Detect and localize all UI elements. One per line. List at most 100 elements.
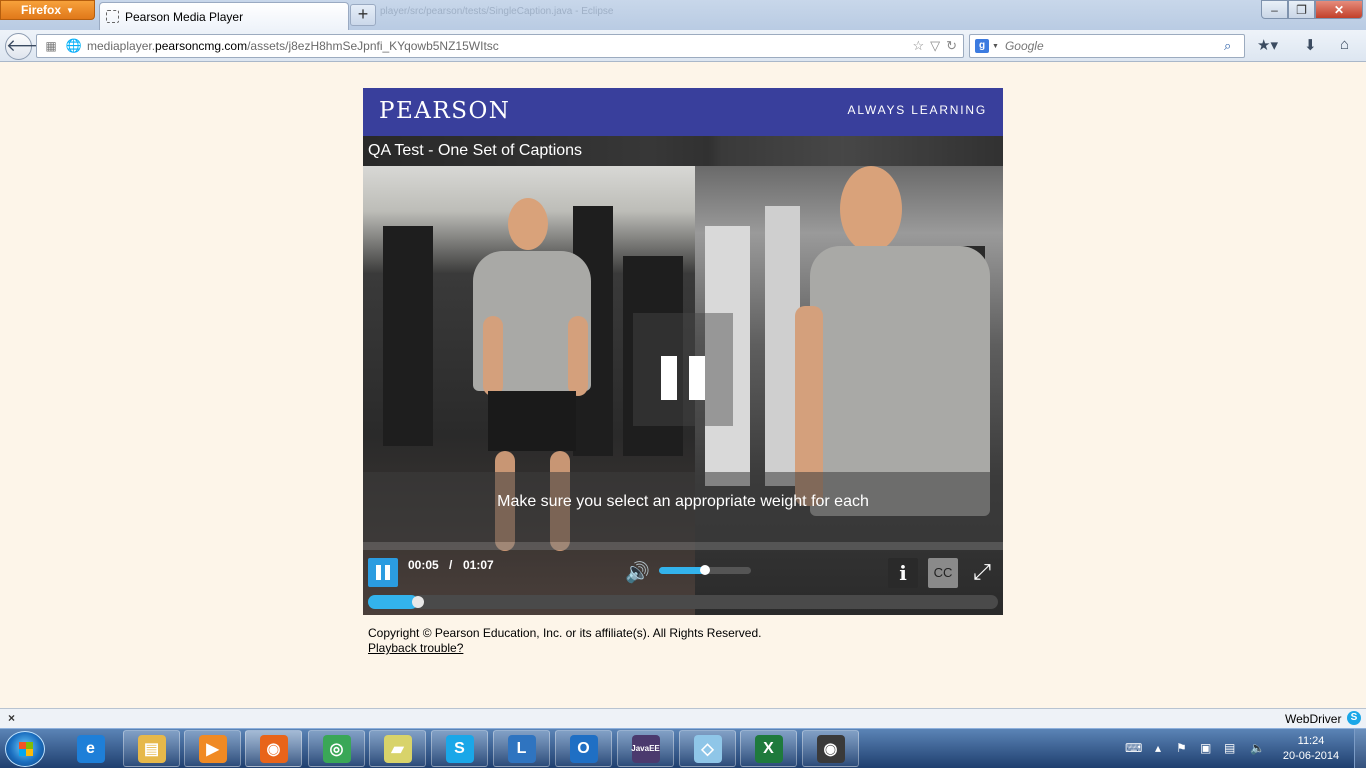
system-clock[interactable]: 11:24 20-06-2014 (1280, 734, 1342, 764)
current-time: 00:05 (408, 558, 439, 572)
taskbar-outlook-button[interactable]: O (555, 730, 612, 767)
caption-divider (363, 542, 1003, 550)
network-icon[interactable]: ▤ (1224, 741, 1235, 755)
home-icon[interactable]: ⌂ (1340, 36, 1349, 53)
new-tab-button[interactable]: + (350, 4, 376, 26)
taskbar-camera-button[interactable]: ◉ (802, 730, 859, 767)
chevron-down-icon[interactable]: ▼ (992, 43, 999, 50)
taskbar-chrome-button[interactable]: ◎ (308, 730, 365, 767)
taskbar-lync-button[interactable]: L (493, 730, 550, 767)
page-favicon-icon (106, 10, 119, 23)
center-pause-button[interactable] (633, 313, 733, 426)
close-window-button[interactable]: ✕ (1315, 0, 1363, 19)
url-subdomain: mediaplayer. (87, 39, 156, 53)
chrome-icon: ◎ (322, 734, 351, 763)
taskbar-eclipse-java-ee-button[interactable]: JavaEE (617, 730, 674, 767)
downloads-icon[interactable]: ⬇ (1304, 36, 1317, 54)
seek-bar[interactable] (368, 595, 998, 609)
taskbar-sticky-notes-button[interactable]: ▰ (369, 730, 426, 767)
outlook-icon: O (569, 734, 598, 763)
windows-taskbar: e ▤ ▶ ◉ ◎ ▰ S L O JavaEE ◇ X ◉ ⌨ ▴ ⚑ ▣ ▤ 🔈 11:24 20-… (0, 728, 1366, 768)
address-bar[interactable]: ▦ 🌐 mediaplayer.pearsoncmg.com/assets/j8… (36, 34, 964, 58)
pause-button[interactable] (368, 558, 398, 587)
url-text[interactable]: mediaplayer.pearsoncmg.com/assets/j8ezH8… (83, 39, 912, 53)
device-icon[interactable]: ▣ (1200, 741, 1211, 755)
sticky-notes-icon: ▰ (383, 734, 412, 763)
back-arrow-icon[interactable]: 🡐 (5, 33, 52, 60)
reload-icon[interactable]: ↻ (946, 38, 957, 54)
taskbar-file-explorer-button[interactable]: ▤ (123, 730, 180, 767)
clock-date: 20-06-2014 (1282, 750, 1340, 762)
maximize-button[interactable]: ❐ (1288, 0, 1315, 19)
brand-tagline: ALWAYS LEARNING (847, 103, 987, 117)
webdriver-label[interactable]: WebDriver (1285, 712, 1341, 726)
internet-explorer-icon: e (76, 734, 105, 763)
skype-icon[interactable]: S (1347, 711, 1361, 725)
window-titlebar: Firefox ▼ Pearson Media Player + player/… (0, 0, 1366, 30)
show-desktop-button[interactable] (1354, 729, 1366, 768)
firefox-icon: ◉ (259, 734, 288, 763)
copyright-notice: Copyright © Pearson Education, Inc. or i… (368, 626, 762, 640)
taskbar-firefox-button[interactable]: ◉ (245, 730, 302, 767)
url-path: /assets/j8ezH8hmSeJpnfi_KYqowb5NZ15WItsc (247, 39, 499, 53)
search-bar[interactable]: g ▼ Google ⌕ (969, 34, 1245, 58)
url-host: pearsoncmg.com (155, 39, 248, 53)
background-window-title: player/src/pearson/tests/SingleCaption.j… (380, 6, 614, 17)
speaker-icon[interactable]: 🔈 (1250, 741, 1265, 755)
firefox-menu-button[interactable]: Firefox ▼ (0, 0, 95, 20)
navigation-toolbar: 🡐 ▦ 🌐 mediaplayer.pearsoncmg.com/assets/… (0, 30, 1366, 62)
tab-title: Pearson Media Player (125, 9, 244, 24)
pause-icon-bar (385, 565, 390, 580)
video-frame[interactable]: QA Test - One Set of Captions Make sure … (363, 136, 1003, 615)
fullscreen-icon[interactable]: ⤢ (967, 558, 997, 588)
bookmarks-menu-icon[interactable]: ★▾ (1257, 36, 1278, 54)
time-separator: / (449, 558, 453, 572)
keyboard-icon[interactable]: ⌨ (1125, 741, 1142, 755)
seek-handle[interactable] (412, 596, 425, 608)
history-dropdown-icon[interactable]: ▽ (930, 38, 940, 54)
lync-icon: L (507, 734, 536, 763)
taskbar-excel-button[interactable]: X (740, 730, 797, 767)
taskbar-media-player-button[interactable]: ▶ (184, 730, 241, 767)
addon-bar: × WebDriver S (0, 708, 1366, 728)
eclipse-java-ee-icon: JavaEE (631, 734, 660, 763)
pause-icon (376, 565, 381, 580)
pearson-logo: PEARSON (379, 98, 511, 124)
browser-tab[interactable]: Pearson Media Player (99, 2, 349, 30)
volume-fill (659, 567, 705, 574)
chevron-down-icon: ▼ (66, 5, 74, 15)
site-identity-globe-icon[interactable]: 🌐 (65, 38, 83, 54)
file-manager-icon: ◇ (693, 734, 722, 763)
duration: 01:07 (463, 558, 494, 572)
info-button[interactable]: i (888, 558, 918, 588)
closed-captions-button[interactable]: CC (928, 558, 958, 588)
video-title: QA Test - One Set of Captions (363, 136, 1003, 166)
excel-icon: X (754, 734, 783, 763)
volume-icon[interactable]: 🔊 (625, 560, 651, 584)
brand-bar: PEARSON ALWAYS LEARNING (363, 88, 1003, 136)
taskbar-file-manager-button[interactable]: ◇ (679, 730, 736, 767)
tab-groups-icon[interactable]: ▦ (37, 39, 65, 53)
google-engine-icon[interactable]: g (975, 39, 989, 53)
bookmark-star-icon[interactable]: ☆ (912, 38, 924, 54)
close-addon-bar-icon[interactable]: × (8, 711, 15, 725)
search-placeholder[interactable]: Google (1005, 39, 1224, 53)
minimize-button[interactable]: – (1261, 0, 1288, 19)
volume-handle[interactable] (700, 565, 710, 575)
playback-trouble-link[interactable]: Playback trouble? (368, 641, 463, 655)
taskbar-skype-button[interactable]: S (431, 730, 488, 767)
start-button[interactable] (5, 731, 45, 767)
seek-progress (368, 595, 419, 609)
media-player-icon: ▶ (198, 734, 227, 763)
media-player: PEARSON ALWAYS LEARNING QA Test - One Se… (363, 88, 1003, 615)
search-icon[interactable]: ⌕ (1224, 38, 1244, 54)
file-explorer-icon: ▤ (137, 734, 166, 763)
pause-bar-left (661, 356, 677, 400)
taskbar-internet-explorer-button[interactable]: e (62, 730, 119, 767)
show-hidden-icons-icon[interactable]: ▴ (1155, 741, 1161, 755)
action-center-icon[interactable]: ⚑ (1176, 741, 1187, 755)
camera-icon: ◉ (816, 734, 845, 763)
firefox-menu-label: Firefox (21, 3, 62, 17)
caption-text: Make sure you select an appropriate weig… (363, 472, 1003, 542)
volume-slider[interactable] (659, 565, 751, 575)
